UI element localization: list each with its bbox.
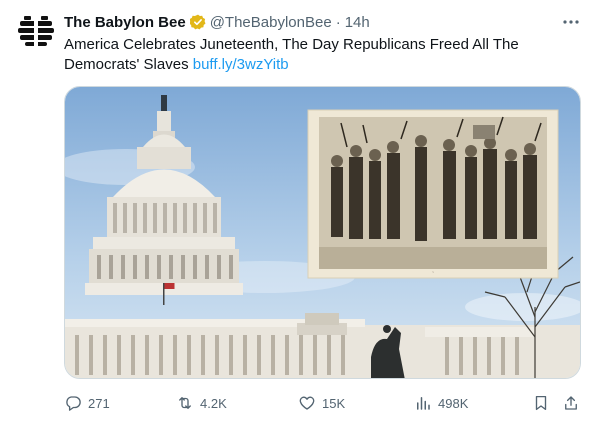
share-icon: [565, 396, 577, 410]
avatar[interactable]: [18, 16, 54, 46]
reply-button[interactable]: 271: [64, 393, 110, 413]
views-icon: [417, 397, 430, 410]
tweet-text: America Celebrates Juneteenth, The Day R…: [64, 35, 564, 75]
babylon-bee-logo-icon: [18, 16, 54, 46]
tweet-action-bar: 271 4.2K 15K 498K: [64, 393, 584, 413]
author-name[interactable]: The Babylon Bee: [64, 14, 186, 31]
repost-icon: [179, 397, 191, 409]
tweet-header: The Babylon Bee @TheBabylonBee · 14h: [64, 12, 370, 32]
tweet-link[interactable]: buff.ly/3wzYitb: [193, 56, 289, 73]
more-options-button[interactable]: [560, 12, 582, 32]
bookmark-icon: [535, 395, 547, 411]
like-icon: [299, 396, 315, 410]
verified-badge-icon: [189, 14, 206, 30]
like-count: 15K: [322, 395, 346, 411]
tweet-body: America Celebrates Juneteenth, The Day R…: [64, 36, 519, 73]
repost-button[interactable]: 4.2K: [176, 393, 227, 413]
views-button[interactable]: 498K: [414, 393, 468, 413]
reply-icon: [66, 396, 81, 411]
reply-count: 271: [88, 395, 110, 411]
separator-dot: ·: [335, 13, 341, 31]
repost-count: 4.2K: [200, 395, 227, 411]
like-button[interactable]: 15K: [298, 393, 345, 413]
bookmark-button[interactable]: [532, 393, 550, 413]
capitol-juneteenth-illustration: ~: [65, 87, 580, 378]
more-options-icon: [563, 20, 579, 24]
tweet-media-image[interactable]: ~: [64, 86, 581, 379]
tweet-timestamp[interactable]: 14h: [345, 14, 370, 31]
view-count: 498K: [438, 395, 469, 411]
share-button[interactable]: [562, 393, 580, 413]
author-handle[interactable]: @TheBabylonBee: [210, 14, 332, 31]
